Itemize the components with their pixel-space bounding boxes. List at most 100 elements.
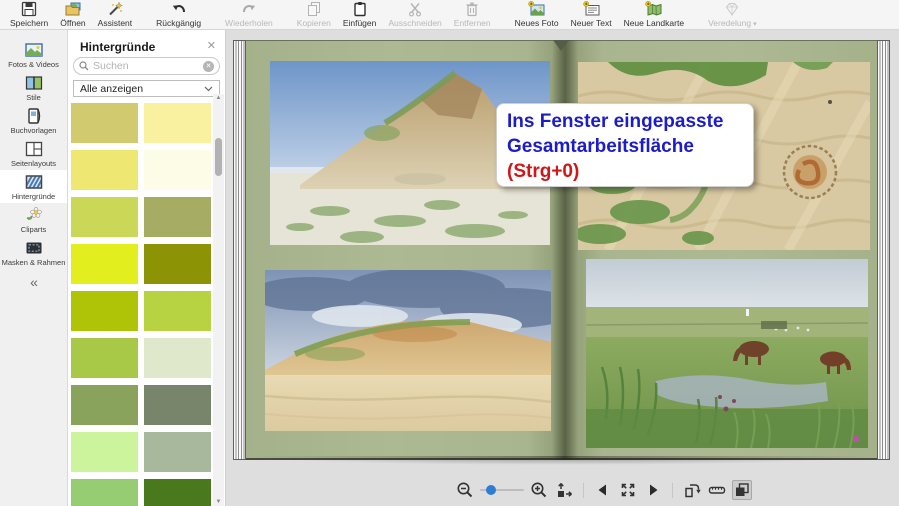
zoom-out-icon [457,482,473,498]
chevron-down-icon [204,86,213,91]
diamond-icon [726,2,739,16]
page-stack-left [233,40,246,460]
filter-dropdown[interactable]: Alle anzeigen [73,80,220,97]
save-button[interactable]: Speichern [4,0,54,30]
scroll-up-arrow[interactable]: ▲ [213,95,224,101]
ruler-button[interactable] [707,480,727,500]
new-map-label: Neue Landkarte [623,18,685,28]
sidebar-item-hintergruende[interactable]: Hintergründe [0,170,67,203]
trash-icon [466,2,478,17]
new-map-button[interactable]: Neue Landkarte [618,0,691,30]
background-swatch[interactable] [71,197,138,237]
masks-frames-icon [26,242,41,253]
background-swatch[interactable] [144,103,211,143]
book-spine-notch [553,40,569,51]
previous-page-button[interactable] [593,480,613,500]
sidebar-item-buchvorlagen[interactable]: Buchvorlagen [0,104,67,137]
fullscreen-button[interactable] [618,480,638,500]
page-stack-right [877,40,890,460]
sidebar-label: Buchvorlagen [10,125,57,135]
beach-dune-photo[interactable] [265,270,551,431]
cliparts-icon [26,206,42,220]
backgrounds-panel: Hintergründe ✕ Suchen ✕ Alle anzeigen ▲ … [68,30,226,506]
sidebar-label: Hintergründe [11,191,56,201]
new-photo-button[interactable]: Neues Foto [509,0,565,30]
workspace-canvas[interactable] [226,30,899,506]
tooltip-shortcut: (Strg+0) [507,161,580,182]
sidebar-item-fotos-videos[interactable]: Fotos & Videos [0,38,67,71]
redo-label: Wiederholen [225,18,273,28]
background-swatch[interactable] [71,291,138,331]
background-swatch[interactable] [144,197,211,237]
sidebar-label: Masken & Rahmen [1,257,66,267]
paste-label: Einfügen [342,18,377,28]
background-swatch[interactable] [144,479,211,506]
fit-to-window-button[interactable] [554,480,574,500]
book-templates-icon [27,107,40,124]
zoom-out-button[interactable] [455,480,475,500]
book-shadow [246,456,877,465]
sidebar-label: Stile [26,92,41,102]
open-button[interactable]: Öffnen [54,0,91,30]
panel-close-button[interactable]: ✕ [207,39,216,52]
background-swatch[interactable] [71,244,138,284]
pages-overview-button[interactable] [732,480,752,500]
bottom-controls [455,477,752,503]
copy-button: Kopieren [291,0,337,30]
open-label: Öffnen [60,18,86,28]
swatch-grid [71,103,211,506]
sidebar-item-seitenlayouts[interactable]: Seitenlayouts [0,137,67,170]
sidebar-item-stile[interactable]: Stile [0,71,67,104]
background-swatch[interactable] [71,385,138,425]
search-input[interactable]: Suchen ✕ [73,57,220,75]
background-swatch[interactable] [144,244,211,284]
scroll-thumb[interactable] [215,138,222,176]
marsh-horses-photo[interactable] [586,259,868,448]
search-clear-button[interactable]: ✕ [203,60,214,72]
spread-view-icon [685,484,701,498]
sidebar-item-masken-rahmen[interactable]: Masken & Rahmen [0,236,67,269]
zoom-in-button[interactable] [529,480,549,500]
toolbar: Speichern Öffnen Assistent Rückgängig Wi… [0,0,899,30]
panel-scrollbar[interactable]: ▲ ▼ [213,94,224,506]
previous-page-icon [598,484,606,496]
background-swatch[interactable] [71,150,138,190]
background-swatch[interactable] [71,479,138,506]
background-swatch[interactable] [71,338,138,378]
zoom-slider[interactable] [480,480,524,500]
save-icon [21,1,37,17]
open-folder-icon [65,2,81,16]
tooltip-line-2: Gesamtarbeitsfläche [507,136,694,157]
new-text-button[interactable]: Neuer Text [565,0,618,30]
assistant-button[interactable]: Assistent [92,0,139,30]
sidebar-collapse-button[interactable]: « [0,269,67,295]
sidebar-label: Seitenlayouts [10,158,57,168]
background-swatch[interactable] [144,385,211,425]
separator [583,482,584,498]
panel-title: Hintergründe [80,40,156,54]
photos-icon [24,42,43,57]
delete-label: Entfernen [453,18,491,28]
separator [672,482,673,498]
background-swatch[interactable] [144,338,211,378]
cut-button: Ausschneiden [382,0,447,30]
sidebar-label: Cliparts [20,224,47,234]
undo-button[interactable]: Rückgängig [150,0,207,30]
next-page-button[interactable] [643,480,663,500]
undo-label: Rückgängig [156,18,202,28]
background-swatch[interactable] [71,103,138,143]
background-swatch[interactable] [144,432,211,472]
paste-button[interactable]: Einfügen [337,0,383,30]
sidebar-item-cliparts[interactable]: Cliparts [0,203,67,236]
page-layouts-icon [25,141,42,156]
new-map-icon [645,1,662,16]
scroll-down-arrow[interactable]: ▼ [213,499,224,505]
background-swatch[interactable] [144,291,211,331]
background-swatch[interactable] [144,150,211,190]
sidebar: Fotos & Videos Stile Buchvorlagen Seiten… [0,30,68,506]
spread-view-button[interactable] [682,480,702,500]
zoom-slider-thumb[interactable] [486,485,496,495]
background-swatch[interactable] [71,432,138,472]
assistant-label: Assistent [97,18,133,28]
copy-icon [307,2,320,16]
